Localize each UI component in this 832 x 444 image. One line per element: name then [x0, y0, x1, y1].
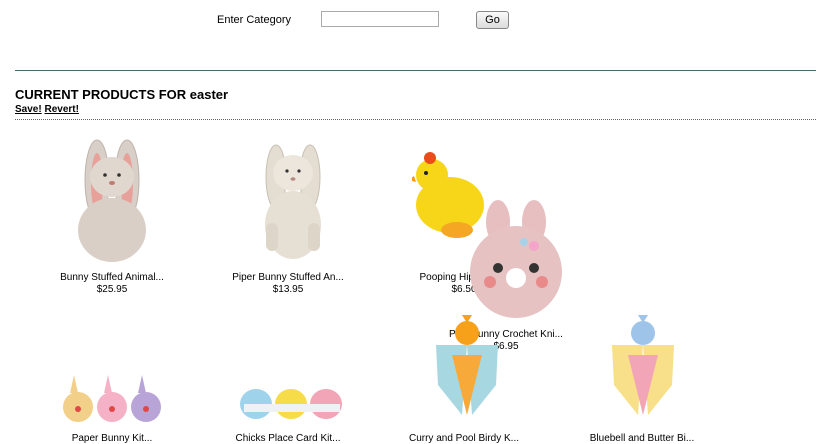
go-button[interactable]: Go [476, 11, 509, 29]
product-card[interactable]: Piper Bunny Stuffed An... $13.95 [208, 130, 368, 300]
crochet-bunny-image [470, 200, 562, 318]
product-name[interactable]: Chicks Place Card Kit... [208, 433, 368, 444]
product-card[interactable]: Bluebell and Butter Bi... [562, 315, 722, 444]
product-name[interactable]: Bluebell and Butter Bi... [562, 433, 722, 444]
birdy-kit-image [436, 315, 498, 415]
dotted-divider [15, 119, 816, 120]
category-label: Enter Category [217, 14, 291, 26]
save-link[interactable]: Save! [15, 104, 42, 115]
product-card[interactable]: Chicks Place Card Kit... [208, 370, 368, 444]
divider [15, 70, 816, 71]
product-card[interactable]: Bunny Stuffed Animal... $25.95 [32, 130, 192, 300]
product-name[interactable]: Piper Bunny Stuffed An... [208, 272, 368, 283]
section-actions: Save! Revert! [15, 104, 79, 115]
product-name[interactable]: Paper Bunny Kit... [32, 433, 192, 444]
product-price: $25.95 [96, 284, 128, 295]
product-price: $13.95 [272, 284, 304, 295]
bunny-plush-image [78, 139, 146, 262]
product-name[interactable]: Bunny Stuffed Animal... [32, 272, 192, 283]
product-name[interactable]: Curry and Pool Birdy K... [384, 433, 544, 444]
piper-bunny-image [265, 144, 321, 259]
paper-bunny-kit-image [63, 375, 161, 422]
product-card[interactable]: Paper Bunny Kit... [32, 370, 192, 444]
bluebell-bird-image [612, 315, 674, 415]
category-input[interactable] [321, 11, 439, 27]
section-title: CURRENT PRODUCTS FOR easter [15, 87, 229, 102]
product-card[interactable]: Curry and Pool Birdy K... [384, 315, 544, 444]
category-search-bar: Enter Category Go [0, 0, 832, 40]
revert-link[interactable]: Revert! [44, 104, 78, 115]
chicks-card-image [240, 389, 342, 419]
